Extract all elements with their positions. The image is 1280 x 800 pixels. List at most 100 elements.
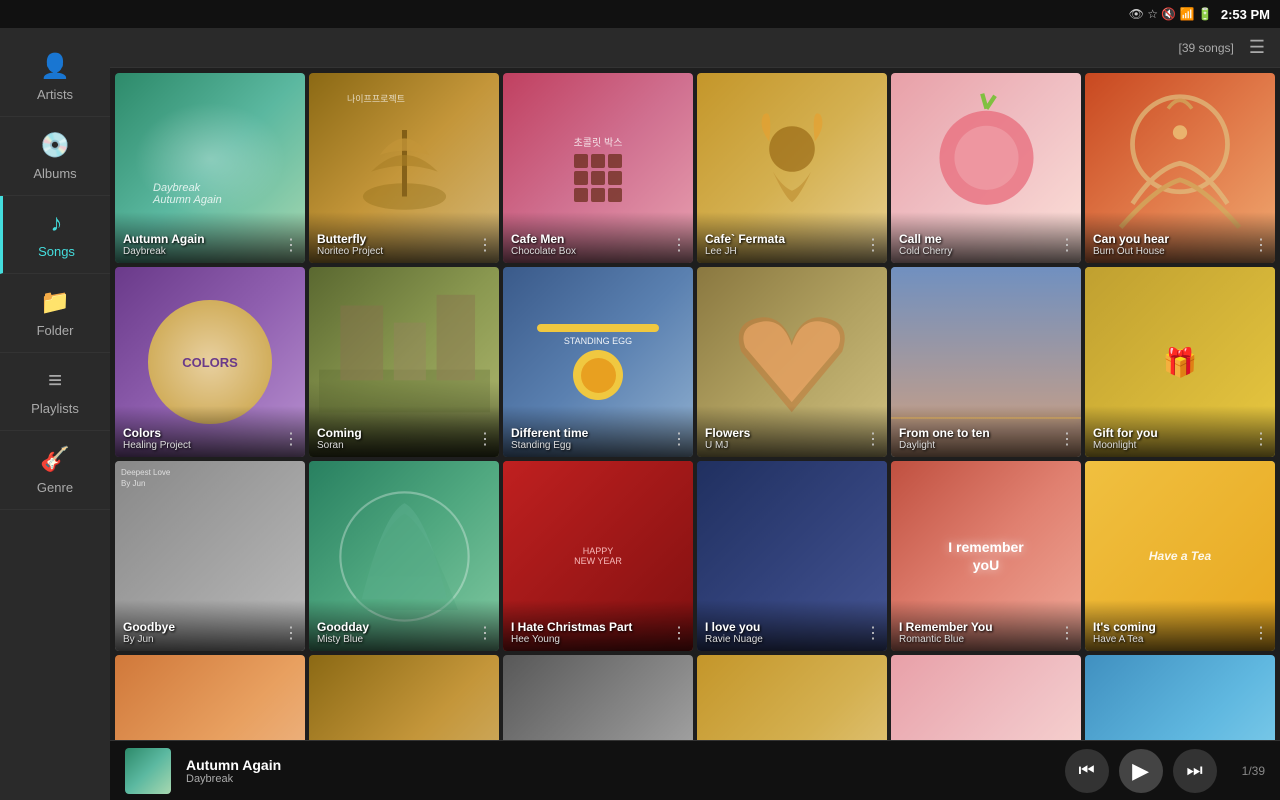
sidebar-label-genre: Genre <box>37 480 73 495</box>
album-artist: Ravie Nuage <box>705 634 879 645</box>
album-menu-button[interactable]: ⋮ <box>671 623 687 643</box>
sidebar-item-playlists[interactable]: ≡ Playlists <box>0 353 110 431</box>
album-title: From one to ten <box>899 426 1073 440</box>
album-label: I Hate Christmas Part Hee Young <box>503 600 693 651</box>
status-bar: 👁 ☆ 🔇 📶 🔋 2:53 PM <box>0 0 1280 28</box>
album-label: Can you hear Burn Out House <box>1085 212 1275 263</box>
album-menu-button[interactable]: ⋮ <box>1059 235 1075 255</box>
album-label: Goodday Misty Blue <box>309 600 499 651</box>
music-note-icon: ♪ <box>51 210 63 238</box>
sidebar-item-albums[interactable]: 💿 Albums <box>0 117 110 196</box>
sidebar-item-artists[interactable]: 👤 Artists <box>0 38 110 117</box>
album-menu-button[interactable]: ⋮ <box>283 235 299 255</box>
album-card[interactable]: STANDING EGG Different time Standing Egg… <box>503 267 693 457</box>
album-artist: Cold Cherry <box>899 246 1073 257</box>
main-layout: 👤 Artists 💿 Albums ♪ Songs 📁 Folder ≡ Pl… <box>0 28 1280 800</box>
album-title: Autumn Again <box>123 232 297 246</box>
album-artwork <box>115 655 305 740</box>
album-card[interactable]: 초콜릿 박스 Cafe Men Chocolate Box ⋮ <box>503 73 693 263</box>
album-card[interactable]: Goodday Misty Blue ⋮ <box>309 461 499 651</box>
album-card[interactable]: Nostalgia ... ⋮ <box>891 655 1081 740</box>
prev-button[interactable]: ⏮ <box>1065 749 1109 793</box>
album-menu-button[interactable]: ⋮ <box>477 235 493 255</box>
player-title: Autumn Again <box>186 757 1050 773</box>
album-artist: U MJ <box>705 440 879 451</box>
album-card[interactable]: Cafe` Fermata Lee JH ⋮ <box>697 73 887 263</box>
album-artist: Burn Out House <box>1093 246 1267 257</box>
album-title: Cafe` Fermata <box>705 232 879 246</box>
album-card[interactable]: Follow me ... ⋮ <box>697 655 887 740</box>
album-card[interactable]: Coming Soran ⋮ <box>309 267 499 457</box>
album-menu-button[interactable]: ⋮ <box>1059 623 1075 643</box>
disc-icon: 💿 <box>40 131 70 160</box>
sidebar-label-artists: Artists <box>37 87 73 102</box>
album-menu-button[interactable]: ⋮ <box>865 429 881 449</box>
album-title: I Hate Christmas Part <box>511 620 685 634</box>
album-label: Coming Soran <box>309 406 499 457</box>
album-title: Different time <box>511 426 685 440</box>
status-icons: 👁 ☆ 🔇 📶 🔋 <box>1129 7 1213 21</box>
album-menu-button[interactable]: ⋮ <box>671 429 687 449</box>
album-label: Butterfly Noriteo Project <box>309 212 499 263</box>
album-label: Goodbye By Jun <box>115 600 305 651</box>
album-artwork <box>891 655 1081 740</box>
album-card[interactable]: Can you hear Burn Out House ⋮ <box>1085 73 1275 263</box>
album-menu-button[interactable]: ⋮ <box>865 235 881 255</box>
album-menu-button[interactable]: ⋮ <box>1253 623 1269 643</box>
album-artist: Moonlight <box>1093 440 1267 451</box>
album-card[interactable]: ... ... ⋮ <box>1085 655 1275 740</box>
album-grid-container[interactable]: DaybreakAutumn Again Autumn Again Daybre… <box>110 68 1280 740</box>
album-card[interactable]: Call me Cold Cherry ⋮ <box>891 73 1081 263</box>
album-artist: Noriteo Project <box>317 246 491 257</box>
album-menu-button[interactable]: ⋮ <box>283 623 299 643</box>
album-menu-button[interactable]: ⋮ <box>283 429 299 449</box>
album-card[interactable]: COLORS Colors Healing Project ⋮ <box>115 267 305 457</box>
album-artist: Hee Young <box>511 634 685 645</box>
album-card[interactable]: ... ... ⋮ <box>115 655 305 740</box>
album-menu-button[interactable]: ⋮ <box>1253 235 1269 255</box>
album-artist: Soran <box>317 440 491 451</box>
album-title: It's coming <box>1093 620 1267 634</box>
album-menu-button[interactable]: ⋮ <box>1059 429 1075 449</box>
album-card[interactable]: HAPPYNEW YEAR I Hate Christmas Part Hee … <box>503 461 693 651</box>
album-card[interactable]: ... ... ⋮ <box>309 655 499 740</box>
album-label: Flowers U MJ <box>697 406 887 457</box>
album-card[interactable]: ... ... ⋮ <box>503 655 693 740</box>
album-menu-button[interactable]: ⋮ <box>865 623 881 643</box>
album-card[interactable]: 🎁 Gift for you Moonlight ⋮ <box>1085 267 1275 457</box>
album-card[interactable]: Deepest LoveBy Jun Goodbye By Jun ⋮ <box>115 461 305 651</box>
album-label: From one to ten Daylight <box>891 406 1081 457</box>
guitar-icon: 🎸 <box>40 445 70 474</box>
sidebar-item-songs[interactable]: ♪ Songs <box>0 196 110 274</box>
album-artist: Romantic Blue <box>899 634 1073 645</box>
album-card[interactable]: Have a Tea It's coming Have A Tea ⋮ <box>1085 461 1275 651</box>
album-artist: Standing Egg <box>511 440 685 451</box>
album-card[interactable]: I rememberyoU I Remember You Romantic Bl… <box>891 461 1081 651</box>
album-card[interactable]: DaybreakAutumn Again Autumn Again Daybre… <box>115 73 305 263</box>
list-view-icon[interactable]: ☰ <box>1249 37 1265 58</box>
album-menu-button[interactable]: ⋮ <box>477 429 493 449</box>
album-card[interactable]: From one to ten Daylight ⋮ <box>891 267 1081 457</box>
player-thumbnail <box>125 748 171 794</box>
album-title: Colors <box>123 426 297 440</box>
album-card[interactable]: 나이프프로젝트 Butterfly Noriteo Project ⋮ <box>309 73 499 263</box>
album-card[interactable]: Flowers U MJ ⋮ <box>697 267 887 457</box>
sidebar-label-albums: Albums <box>33 166 76 181</box>
album-label: Different time Standing Egg <box>503 406 693 457</box>
content-area: [39 songs] ☰ DaybreakAutumn Again Autumn… <box>110 28 1280 800</box>
album-card[interactable]: I love you Ravie Nuage ⋮ <box>697 461 887 651</box>
album-menu-button[interactable]: ⋮ <box>671 235 687 255</box>
sidebar-item-folder[interactable]: 📁 Folder <box>0 274 110 353</box>
next-button[interactable]: ⏭ <box>1173 749 1217 793</box>
album-menu-button[interactable]: ⋮ <box>1253 429 1269 449</box>
sidebar-item-genre[interactable]: 🎸 Genre <box>0 431 110 510</box>
album-title: Goodbye <box>123 620 297 634</box>
sidebar-label-playlists: Playlists <box>31 401 79 416</box>
playlist-icon: ≡ <box>48 367 62 395</box>
album-menu-button[interactable]: ⋮ <box>477 623 493 643</box>
play-button[interactable]: ▶ <box>1119 749 1163 793</box>
album-artist: Healing Project <box>123 440 297 451</box>
album-title: Can you hear <box>1093 232 1267 246</box>
album-label: Call me Cold Cherry <box>891 212 1081 263</box>
sidebar: 👤 Artists 💿 Albums ♪ Songs 📁 Folder ≡ Pl… <box>0 28 110 800</box>
